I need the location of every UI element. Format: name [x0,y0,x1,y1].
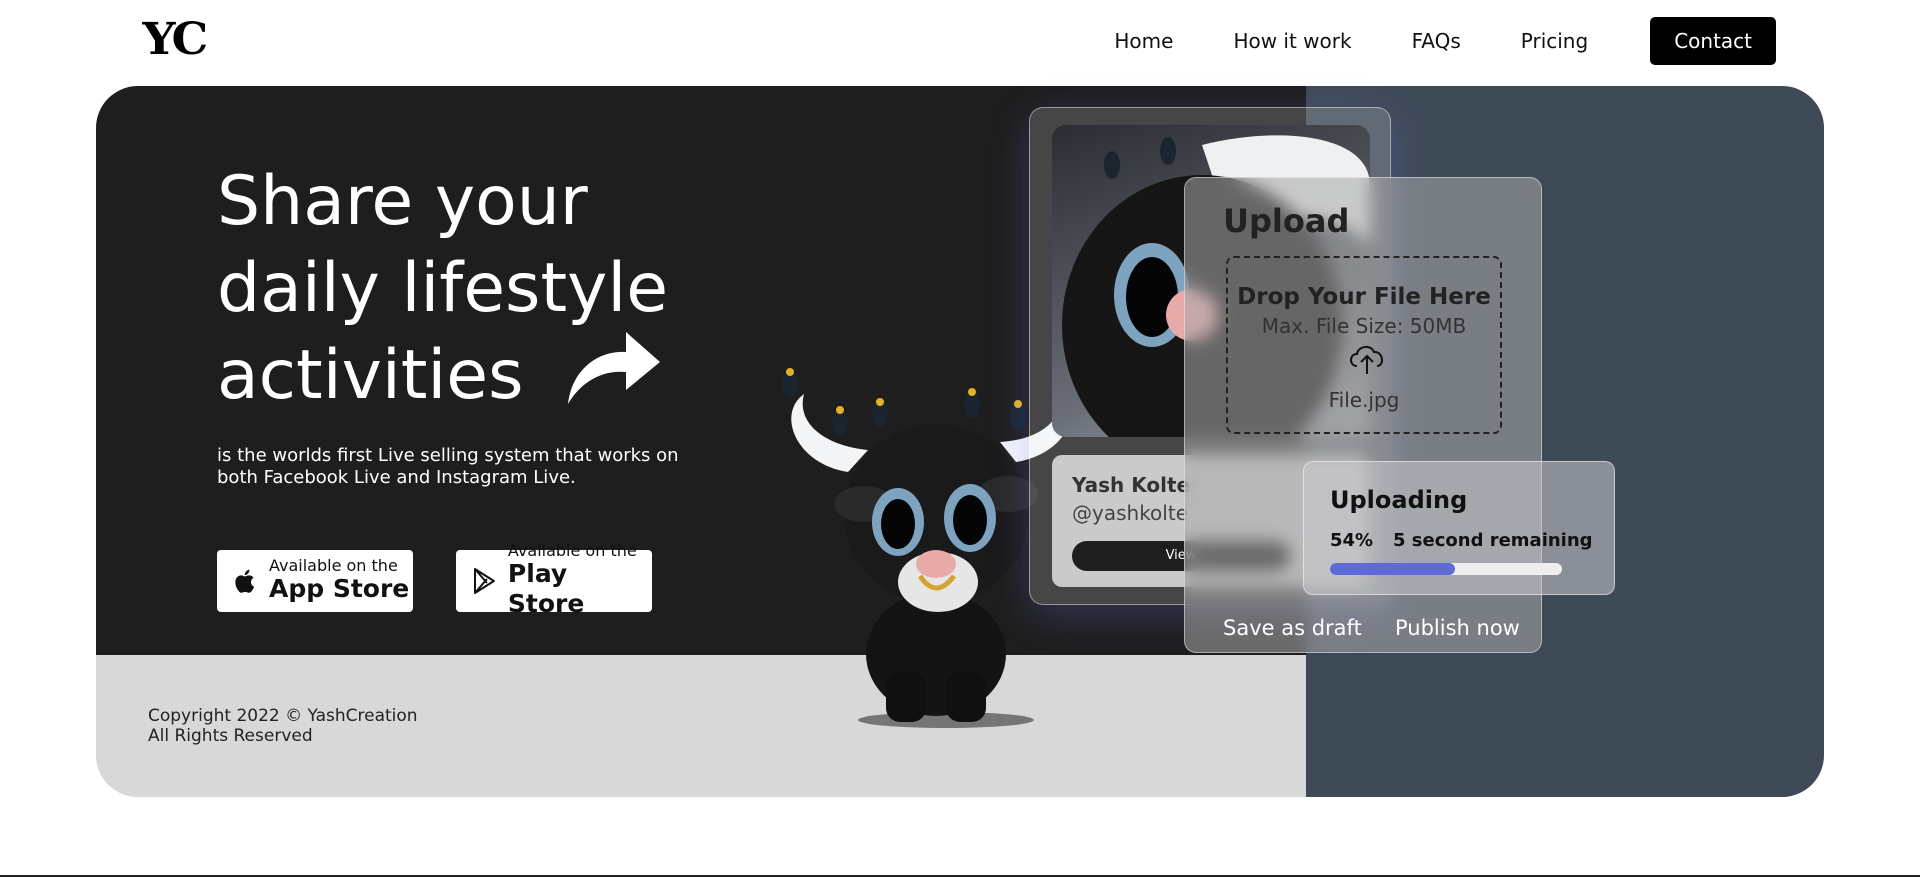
upload-progress-fill [1330,563,1456,575]
hero-section: Share your daily lifestyle activities is… [96,86,1824,797]
uploading-title: Uploading [1330,486,1468,514]
upload-progress-bar [1330,563,1562,575]
hero-description: is the worlds first Live selling system … [217,445,679,488]
play-store-icon [473,568,495,594]
headline-line-2: daily lifestyle [217,249,669,328]
play-store-label: Play Store [507,559,585,618]
publish-now-button[interactable]: Publish now [1395,616,1520,640]
main-nav: Home How it work FAQs Pricing Contact [1054,17,1776,65]
save-draft-button[interactable]: Save as draft [1223,616,1362,640]
apple-icon [235,569,255,593]
app-store-button[interactable]: Available on the App Store [217,550,413,612]
contact-button[interactable]: Contact [1650,17,1776,65]
dropzone-filename: File.jpg [1328,388,1400,412]
nav-how-it-work[interactable]: How it work [1233,17,1351,65]
hero-headline: Share your daily lifestyle activities [217,158,777,419]
uploading-card: Uploading 54% 5 second remaining [1303,461,1615,595]
rights-line: All Rights Reserved [148,726,313,746]
app-store-small: Available on the [269,556,398,575]
curved-arrow-icon [568,332,660,404]
profile-handle: @yashkolte [1072,501,1188,525]
copyright-text: Copyright 2022 © YashCreation All Rights… [148,706,418,746]
nav-pricing[interactable]: Pricing [1521,17,1588,65]
dropzone-title: Drop Your File Here [1237,284,1491,310]
upload-title: Upload [1223,202,1350,240]
app-store-text: Available on the App Store [269,558,409,604]
uploading-remaining: 5 second remaining [1393,530,1593,551]
headline-line-3: activities [217,336,524,415]
play-store-button[interactable]: Available on the Play Store [456,543,652,618]
profile-name: Yash Kolte [1072,473,1191,497]
play-store-small: Available on the [507,541,637,560]
nav-home[interactable]: Home [1114,17,1173,65]
copyright-line: Copyright 2022 © YashCreation [148,706,418,726]
headline-line-1: Share your [217,162,588,241]
file-dropzone[interactable]: Drop Your File Here Max. File Size: 50MB… [1226,256,1502,434]
nav-faqs[interactable]: FAQs [1412,17,1461,65]
play-store-text: Available on the Play Store [508,543,652,619]
dropzone-limit: Max. File Size: 50MB [1261,314,1467,338]
logo[interactable]: YC [143,18,209,62]
cloud-upload-icon [1350,346,1383,374]
uploading-percent: 54% [1330,530,1374,551]
app-store-label: App Store [269,574,410,603]
